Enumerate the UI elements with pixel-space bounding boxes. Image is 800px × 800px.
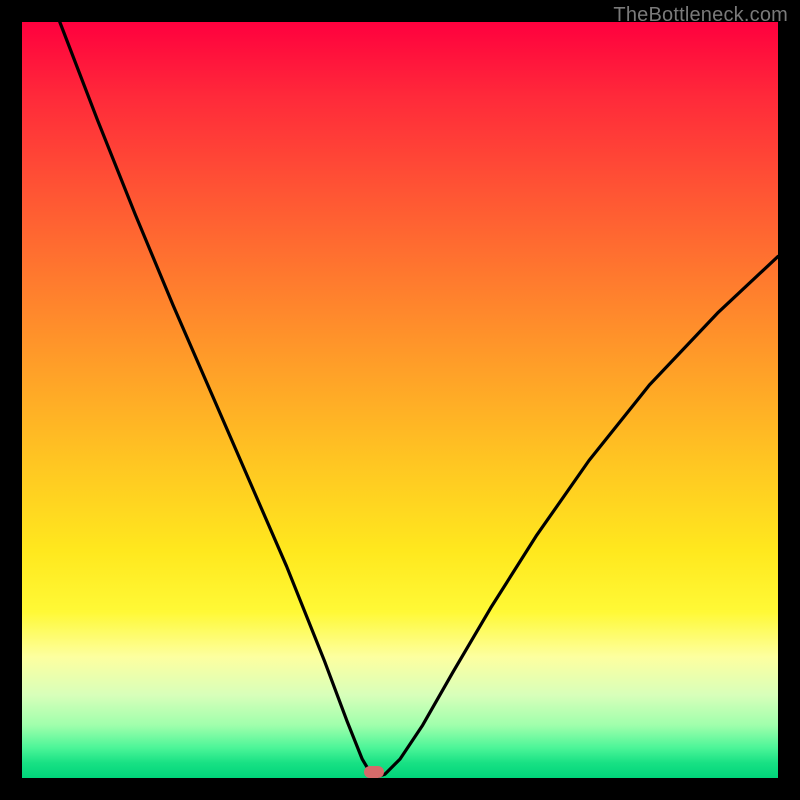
plot-area [22, 22, 778, 778]
bottleneck-curve [22, 22, 778, 778]
watermark-text: TheBottleneck.com [613, 4, 788, 27]
chart-frame: TheBottleneck.com [0, 0, 800, 800]
curve-path [60, 22, 778, 778]
optimal-marker [364, 766, 384, 778]
